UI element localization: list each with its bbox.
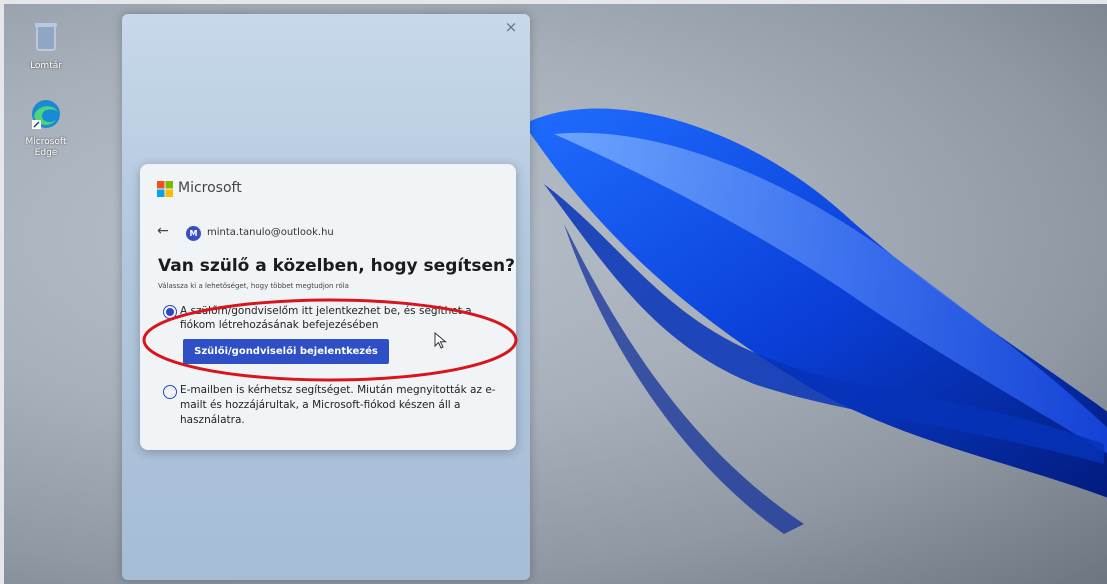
account-dialog: Microsoft ← M minta.tanulo@outlook.hu Va… — [140, 164, 516, 450]
option-parent-signin-text: A szülőm/gondviselőm itt jelentkezhet be… — [180, 305, 472, 331]
radio-parent-signin[interactable] — [163, 305, 177, 319]
back-arrow-icon[interactable]: ← — [157, 223, 169, 239]
brand-name: Microsoft — [178, 180, 242, 196]
close-icon[interactable]: × — [502, 18, 520, 36]
desktop-icon-label: Lomtár — [30, 61, 62, 71]
edge-icon — [16, 98, 76, 134]
account-email: minta.tanulo@outlook.hu — [207, 227, 334, 238]
radio-email-help[interactable] — [163, 385, 177, 399]
page-title: Van szülő a közelben, hogy segítsen? — [158, 256, 515, 276]
recycle-bin-icon — [16, 20, 76, 58]
wallpaper-bloom — [524, 108, 1107, 534]
avatar: M — [186, 226, 201, 241]
monitor-frame: Lomtár Microsoft Edge × Microsoft ← M mi… — [0, 0, 1107, 584]
desktop-icon-recycle-bin[interactable]: Lomtár — [16, 20, 76, 72]
desktop-icon-edge[interactable]: Microsoft Edge — [16, 98, 76, 159]
page-subtitle: Válassza ki a lehetőséget, hogy többet m… — [158, 282, 349, 290]
option-email-help-text: E-mailben is kérhetsz segítséget. Miután… — [180, 384, 496, 426]
mouse-cursor-icon — [434, 332, 447, 349]
parent-signin-button[interactable]: Szülői/gondviselői bejelentkezés — [183, 339, 389, 364]
microsoft-logo-icon — [157, 181, 173, 197]
desktop-icon-label: Microsoft Edge — [25, 137, 67, 158]
window-titlebar: × — [122, 14, 530, 40]
